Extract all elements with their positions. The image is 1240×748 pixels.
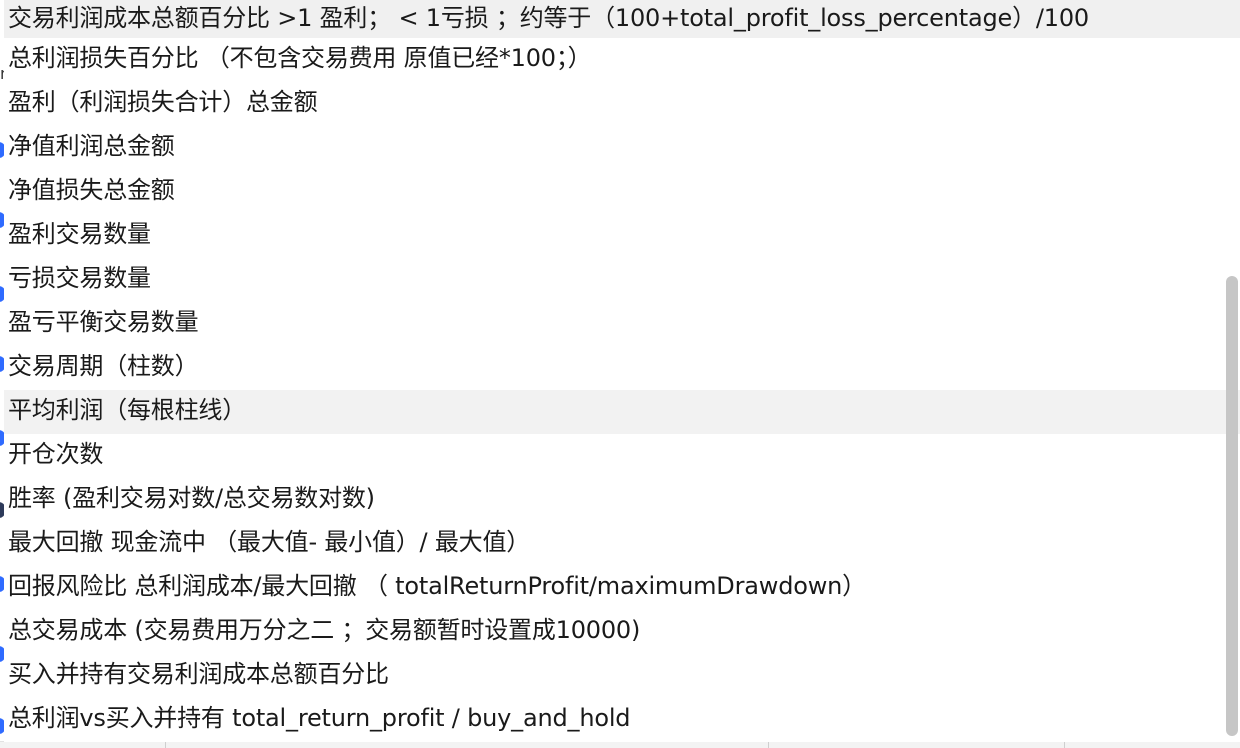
dropdown-option[interactable]: 盈亏平衡交易数量 (4, 302, 1240, 346)
dropdown-option[interactable]: 最大回撤 现金流中 （最大值- 最小值）/ 最大值） (4, 522, 1240, 566)
dropdown-option[interactable]: 开仓次数 (4, 434, 1240, 478)
dropdown-option[interactable]: 交易利润成本总额百分比 >1 盈利； < 1亏损 ；约等于（100+total_… (4, 0, 1240, 38)
dropdown-option[interactable]: 交易周期（柱数） (4, 346, 1240, 390)
dropdown-option[interactable]: 平均利润（每根柱线） (4, 390, 1240, 434)
column-divider (165, 742, 166, 748)
dropdown-scrollbar[interactable] (1226, 0, 1238, 742)
dropdown-option[interactable]: 买入并持有交易利润成本总额百分比 (4, 654, 1240, 698)
dropdown-option[interactable]: 回报风险比 总利润成本/最大回撤 （ totalReturnProfit/max… (4, 566, 1240, 610)
dropdown-option[interactable]: 胜率 (盈利交易对数/总交易数对数) (4, 478, 1240, 522)
dropdown-scrollbar-thumb[interactable] (1226, 276, 1238, 736)
dropdown-option[interactable]: 总利润损失百分比 （不包含交易费用 原值已经*100；） (4, 38, 1240, 82)
background-table-footer (0, 741, 1240, 748)
dropdown-option[interactable]: 净值利润总金额 (4, 126, 1240, 170)
column-divider (1064, 742, 1065, 748)
dropdown-option[interactable]: 盈利（利润损失合计）总金额 (4, 82, 1240, 126)
column-divider (768, 742, 769, 748)
dropdown-option[interactable]: 总利润vs买入并持有 total_return_profit / buy_and… (4, 698, 1240, 742)
select-dropdown-list[interactable]: 交易利润成本总额百分比 >1 盈利； < 1亏损 ；约等于（100+total_… (4, 0, 1240, 742)
dropdown-option[interactable]: 净值损失总金额 (4, 170, 1240, 214)
option-list: 交易利润成本总额百分比 >1 盈利； < 1亏损 ；约等于（100+total_… (4, 0, 1240, 742)
dropdown-option[interactable]: 亏损交易数量 (4, 258, 1240, 302)
dropdown-option[interactable]: 总交易成本 (交易费用万分之二 ；交易额暂时设置成10000) (4, 610, 1240, 654)
dropdown-option[interactable]: 盈利交易数量 (4, 214, 1240, 258)
